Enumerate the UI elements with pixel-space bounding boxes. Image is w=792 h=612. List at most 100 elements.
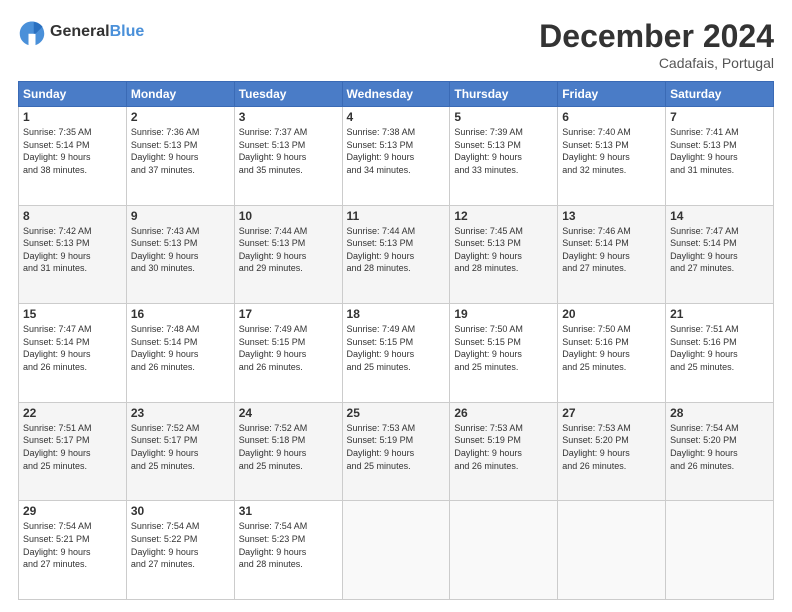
title-area: December 2024 Cadafais, Portugal bbox=[539, 18, 774, 71]
day-cell bbox=[342, 501, 450, 600]
day-number: 22 bbox=[23, 406, 122, 420]
day-info: Sunrise: 7:44 AM Sunset: 5:13 PM Dayligh… bbox=[347, 225, 446, 275]
day-number: 13 bbox=[562, 209, 661, 223]
day-cell: 10 Sunrise: 7:44 AM Sunset: 5:13 PM Dayli… bbox=[234, 205, 342, 304]
day-number: 15 bbox=[23, 307, 122, 321]
day-cell: 4Sunrise: 7:38 AM Sunset: 5:13 PM Daylig… bbox=[342, 107, 450, 206]
day-cell: 27 Sunrise: 7:53 AM Sunset: 5:20 PM Dayli… bbox=[558, 402, 666, 501]
day-number: 20 bbox=[562, 307, 661, 321]
day-info: Sunrise: 7:50 AM Sunset: 5:16 PM Dayligh… bbox=[562, 323, 661, 373]
week-row-3: 15 Sunrise: 7:47 AM Sunset: 5:14 PM Dayli… bbox=[19, 304, 774, 403]
weekday-header-row: SundayMondayTuesdayWednesdayThursdayFrid… bbox=[19, 82, 774, 107]
logo-icon bbox=[18, 18, 46, 46]
day-number: 8 bbox=[23, 209, 122, 223]
day-cell: 8 Sunrise: 7:42 AM Sunset: 5:13 PM Daylig… bbox=[19, 205, 127, 304]
day-number: 23 bbox=[131, 406, 230, 420]
day-cell: 26 Sunrise: 7:53 AM Sunset: 5:19 PM Dayli… bbox=[450, 402, 558, 501]
day-cell: 19Sunrise: 7:50 AM Sunset: 5:15 PM Dayli… bbox=[450, 304, 558, 403]
day-info: Sunrise: 7:51 AM Sunset: 5:16 PM Dayligh… bbox=[670, 323, 769, 373]
day-cell: 9Sunrise: 7:43 AM Sunset: 5:13 PM Daylig… bbox=[126, 205, 234, 304]
location: Cadafais, Portugal bbox=[539, 55, 774, 71]
day-number: 4 bbox=[347, 110, 446, 124]
day-info: Sunrise: 7:54 AM Sunset: 5:21 PM Dayligh… bbox=[23, 520, 122, 570]
weekday-header-thursday: Thursday bbox=[450, 82, 558, 107]
day-cell: 11 Sunrise: 7:44 AM Sunset: 5:13 PM Dayli… bbox=[342, 205, 450, 304]
calendar-page: GeneralBlue December 2024 Cadafais, Port… bbox=[0, 0, 792, 612]
month-title: December 2024 bbox=[539, 18, 774, 55]
day-number: 31 bbox=[239, 504, 338, 518]
day-cell: 12 Sunrise: 7:45 AM Sunset: 5:13 PM Dayli… bbox=[450, 205, 558, 304]
logo: GeneralBlue bbox=[18, 18, 144, 46]
day-info: Sunrise: 7:53 AM Sunset: 5:19 PM Dayligh… bbox=[347, 422, 446, 472]
week-row-1: 1 Sunrise: 7:35 AM Sunset: 5:14 PM Daylig… bbox=[19, 107, 774, 206]
day-cell: 15 Sunrise: 7:47 AM Sunset: 5:14 PM Dayli… bbox=[19, 304, 127, 403]
day-info: Sunrise: 7:42 AM Sunset: 5:13 PM Dayligh… bbox=[23, 225, 122, 275]
day-cell: 30Sunrise: 7:54 AM Sunset: 5:22 PM Dayli… bbox=[126, 501, 234, 600]
day-number: 28 bbox=[670, 406, 769, 420]
day-cell: 31 Sunrise: 7:54 AM Sunset: 5:23 PM Dayli… bbox=[234, 501, 342, 600]
day-cell bbox=[450, 501, 558, 600]
day-cell: 22 Sunrise: 7:51 AM Sunset: 5:17 PM Dayli… bbox=[19, 402, 127, 501]
day-number: 10 bbox=[239, 209, 338, 223]
day-cell bbox=[558, 501, 666, 600]
day-cell: 18 Sunrise: 7:49 AM Sunset: 5:15 PM Dayli… bbox=[342, 304, 450, 403]
day-cell: 24 Sunrise: 7:52 AM Sunset: 5:18 PM Dayli… bbox=[234, 402, 342, 501]
day-cell: 13 Sunrise: 7:46 AM Sunset: 5:14 PM Dayli… bbox=[558, 205, 666, 304]
logo-blue: Blue bbox=[110, 23, 145, 41]
day-number: 27 bbox=[562, 406, 661, 420]
day-cell: 28 Sunrise: 7:54 AM Sunset: 5:20 PM Dayli… bbox=[666, 402, 774, 501]
day-info: Sunrise: 7:51 AM Sunset: 5:17 PM Dayligh… bbox=[23, 422, 122, 472]
day-cell: 21 Sunrise: 7:51 AM Sunset: 5:16 PM Dayli… bbox=[666, 304, 774, 403]
week-row-5: 29 Sunrise: 7:54 AM Sunset: 5:21 PM Dayli… bbox=[19, 501, 774, 600]
weekday-header-tuesday: Tuesday bbox=[234, 82, 342, 107]
logo-general: General bbox=[50, 23, 110, 41]
day-number: 2 bbox=[131, 110, 230, 124]
day-info: Sunrise: 7:53 AM Sunset: 5:20 PM Dayligh… bbox=[562, 422, 661, 472]
day-info: Sunrise: 7:54 AM Sunset: 5:23 PM Dayligh… bbox=[239, 520, 338, 570]
day-info: Sunrise: 7:47 AM Sunset: 5:14 PM Dayligh… bbox=[23, 323, 122, 373]
day-info: Sunrise: 7:50 AM Sunset: 5:15 PM Dayligh… bbox=[454, 323, 553, 373]
day-number: 18 bbox=[347, 307, 446, 321]
day-info: Sunrise: 7:39 AM Sunset: 5:13 PM Dayligh… bbox=[454, 126, 553, 176]
day-cell: 7 Sunrise: 7:41 AM Sunset: 5:13 PM Daylig… bbox=[666, 107, 774, 206]
day-cell: 23Sunrise: 7:52 AM Sunset: 5:17 PM Dayli… bbox=[126, 402, 234, 501]
day-cell: 29 Sunrise: 7:54 AM Sunset: 5:21 PM Dayli… bbox=[19, 501, 127, 600]
weekday-header-saturday: Saturday bbox=[666, 82, 774, 107]
day-cell: 20 Sunrise: 7:50 AM Sunset: 5:16 PM Dayli… bbox=[558, 304, 666, 403]
day-info: Sunrise: 7:47 AM Sunset: 5:14 PM Dayligh… bbox=[670, 225, 769, 275]
day-number: 26 bbox=[454, 406, 553, 420]
day-info: Sunrise: 7:37 AM Sunset: 5:13 PM Dayligh… bbox=[239, 126, 338, 176]
day-info: Sunrise: 7:35 AM Sunset: 5:14 PM Dayligh… bbox=[23, 126, 122, 176]
day-info: Sunrise: 7:45 AM Sunset: 5:13 PM Dayligh… bbox=[454, 225, 553, 275]
day-cell: 14Sunrise: 7:47 AM Sunset: 5:14 PM Dayli… bbox=[666, 205, 774, 304]
day-number: 16 bbox=[131, 307, 230, 321]
day-number: 12 bbox=[454, 209, 553, 223]
day-number: 29 bbox=[23, 504, 122, 518]
day-number: 1 bbox=[23, 110, 122, 124]
day-info: Sunrise: 7:46 AM Sunset: 5:14 PM Dayligh… bbox=[562, 225, 661, 275]
day-number: 11 bbox=[347, 209, 446, 223]
day-cell: 17Sunrise: 7:49 AM Sunset: 5:15 PM Dayli… bbox=[234, 304, 342, 403]
day-cell bbox=[666, 501, 774, 600]
weekday-header-monday: Monday bbox=[126, 82, 234, 107]
day-cell: 3Sunrise: 7:37 AM Sunset: 5:13 PM Daylig… bbox=[234, 107, 342, 206]
day-cell: 5 Sunrise: 7:39 AM Sunset: 5:13 PM Daylig… bbox=[450, 107, 558, 206]
day-number: 24 bbox=[239, 406, 338, 420]
day-info: Sunrise: 7:48 AM Sunset: 5:14 PM Dayligh… bbox=[131, 323, 230, 373]
day-info: Sunrise: 7:53 AM Sunset: 5:19 PM Dayligh… bbox=[454, 422, 553, 472]
day-cell: 25Sunrise: 7:53 AM Sunset: 5:19 PM Dayli… bbox=[342, 402, 450, 501]
day-number: 21 bbox=[670, 307, 769, 321]
weekday-header-sunday: Sunday bbox=[19, 82, 127, 107]
day-info: Sunrise: 7:44 AM Sunset: 5:13 PM Dayligh… bbox=[239, 225, 338, 275]
day-number: 7 bbox=[670, 110, 769, 124]
day-info: Sunrise: 7:52 AM Sunset: 5:18 PM Dayligh… bbox=[239, 422, 338, 472]
day-number: 5 bbox=[454, 110, 553, 124]
day-info: Sunrise: 7:41 AM Sunset: 5:13 PM Dayligh… bbox=[670, 126, 769, 176]
day-number: 30 bbox=[131, 504, 230, 518]
logo-text: GeneralBlue bbox=[50, 23, 144, 41]
week-row-2: 8 Sunrise: 7:42 AM Sunset: 5:13 PM Daylig… bbox=[19, 205, 774, 304]
day-number: 17 bbox=[239, 307, 338, 321]
day-info: Sunrise: 7:49 AM Sunset: 5:15 PM Dayligh… bbox=[347, 323, 446, 373]
day-info: Sunrise: 7:54 AM Sunset: 5:20 PM Dayligh… bbox=[670, 422, 769, 472]
week-row-4: 22 Sunrise: 7:51 AM Sunset: 5:17 PM Dayli… bbox=[19, 402, 774, 501]
